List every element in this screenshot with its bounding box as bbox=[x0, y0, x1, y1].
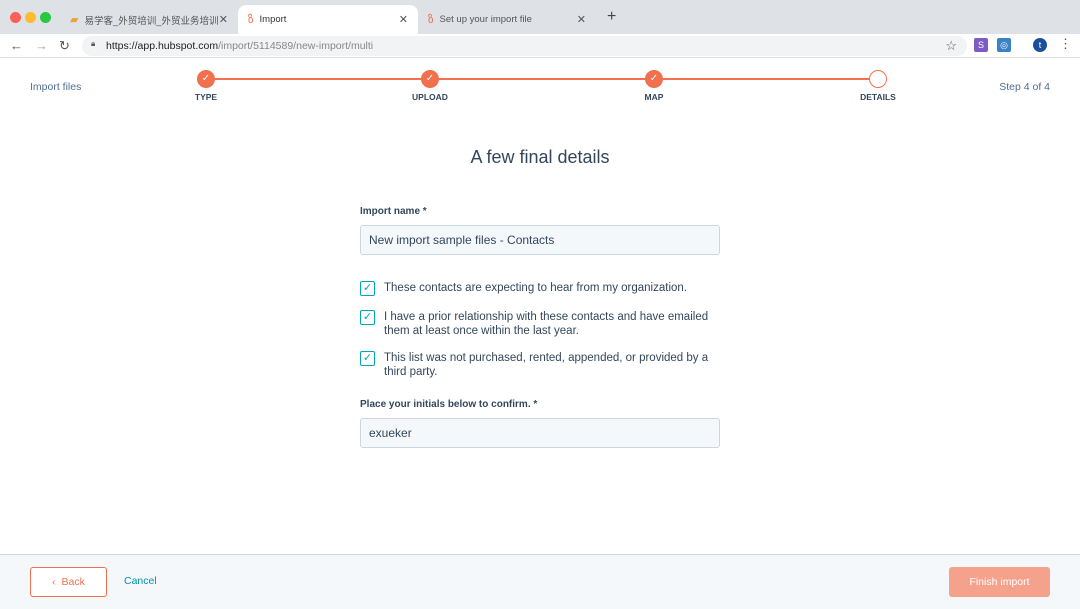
progress-line bbox=[206, 78, 876, 80]
finish-import-button[interactable]: Finish import bbox=[949, 567, 1050, 597]
browser-tab-bar: ▰ 易学客_外贸培训_外贸业务培训 ✕ ზ Import ✕ ზ Set up your … bbox=[0, 0, 1080, 34]
url-input[interactable]: 🔒︎ https://app.hubspot.com/import/5114589… bbox=[82, 36, 967, 56]
hubspot-icon: ზ bbox=[248, 14, 254, 26]
back-button[interactable]: ‹ Back bbox=[30, 567, 107, 597]
back-label: Back bbox=[61, 576, 85, 588]
step-label: MAP bbox=[644, 92, 664, 102]
tab-title: Set up your import file bbox=[439, 14, 532, 25]
step-label: DETAILS bbox=[860, 92, 896, 102]
tab-title: 易学客_外贸培训_外贸业务培训 bbox=[84, 15, 219, 27]
checkbox-label: I have a prior relationship with these c… bbox=[384, 311, 709, 337]
import-progress-header: Import files ✓ TYPE ✓ UPLOAD ✓ MAP DETAILS … bbox=[0, 58, 1080, 116]
lock-icon: 🔒︎ bbox=[91, 39, 96, 48]
import-name-input[interactable]: New import sample files - Contacts bbox=[360, 225, 720, 255]
extension-compass-icon[interactable]: ◎ bbox=[997, 38, 1011, 52]
profile-avatar[interactable]: t bbox=[1033, 38, 1047, 52]
back-nav-icon[interactable]: ← bbox=[10, 38, 23, 53]
footer-bar: ‹ Back Cancel Finish import bbox=[0, 554, 1080, 609]
hubspot-icon: ზ bbox=[428, 14, 434, 26]
browser-tab[interactable]: ▰ 易学客_外贸培训_外贸业务培训 ✕ bbox=[60, 5, 238, 34]
initials-input[interactable]: exueker bbox=[360, 418, 720, 448]
close-tab-icon[interactable]: ✕ bbox=[399, 13, 408, 26]
empty-circle-icon bbox=[869, 70, 887, 88]
url-path: /import/5114589/new-import/multi bbox=[218, 40, 374, 52]
checkbox-not-purchased[interactable]: ✓ This list was not purchased, rented, ap… bbox=[360, 351, 720, 379]
initials-label: Place your initials below to confirm. * bbox=[360, 399, 538, 410]
chevron-left-icon: ‹ bbox=[52, 576, 62, 588]
step-type: ✓ TYPE bbox=[166, 70, 246, 102]
new-tab-button[interactable]: + bbox=[607, 8, 616, 26]
checkbox-checked-icon[interactable]: ✓ bbox=[360, 351, 375, 366]
maximize-window-button[interactable] bbox=[40, 12, 51, 23]
cancel-link[interactable]: Cancel bbox=[124, 575, 157, 587]
step-map: ✓ MAP bbox=[614, 70, 694, 102]
step-indicator: Step 4 of 4 bbox=[999, 81, 1050, 93]
step-label: TYPE bbox=[194, 92, 218, 102]
close-window-button[interactable] bbox=[10, 12, 21, 23]
folder-icon: ▰ bbox=[70, 14, 79, 26]
extension-s-icon[interactable]: S bbox=[974, 38, 988, 52]
minimize-window-button[interactable] bbox=[25, 12, 36, 23]
checkbox-label: This list was not purchased, rented, app… bbox=[384, 352, 709, 378]
details-form: Import name * New import sample files - … bbox=[360, 206, 720, 448]
close-tab-icon[interactable]: ✕ bbox=[577, 13, 586, 26]
checkbox-expecting[interactable]: ✓ These contacts are expecting to hear fr… bbox=[360, 281, 720, 296]
forward-nav-icon[interactable]: → bbox=[35, 38, 48, 53]
browser-tab-active[interactable]: ზ Import ✕ bbox=[238, 5, 418, 34]
close-tab-icon[interactable]: ✕ bbox=[219, 13, 228, 26]
import-name-label: Import name * bbox=[360, 206, 427, 217]
page-title: Import files bbox=[30, 81, 82, 93]
url-domain: https://app.hubspot.com bbox=[106, 40, 219, 52]
checkbox-prior-relationship[interactable]: ✓ I have a prior relationship with these … bbox=[360, 310, 720, 338]
step-details: DETAILS bbox=[838, 70, 918, 102]
bookmark-star-icon[interactable]: ☆ bbox=[945, 38, 957, 54]
address-bar-row: ← → ↻ 🔒︎ https://app.hubspot.com/import/5… bbox=[0, 34, 1080, 58]
step-upload: ✓ UPLOAD bbox=[390, 70, 470, 102]
tab-title: Import bbox=[259, 14, 287, 25]
reload-icon[interactable]: ↻ bbox=[59, 38, 70, 54]
step-label: UPLOAD bbox=[412, 92, 448, 102]
check-icon: ✓ bbox=[421, 70, 439, 88]
check-icon: ✓ bbox=[645, 70, 663, 88]
checkbox-label: These contacts are expecting to hear fro… bbox=[384, 282, 687, 294]
check-icon: ✓ bbox=[197, 70, 215, 88]
checkbox-checked-icon[interactable]: ✓ bbox=[360, 310, 375, 325]
section-heading: A few final details bbox=[470, 147, 610, 167]
checkbox-checked-icon[interactable]: ✓ bbox=[360, 281, 375, 296]
browser-tab[interactable]: ზ Set up your import file ✕ bbox=[418, 5, 596, 34]
menu-kebab-icon[interactable]: ⋮ bbox=[1059, 36, 1072, 52]
